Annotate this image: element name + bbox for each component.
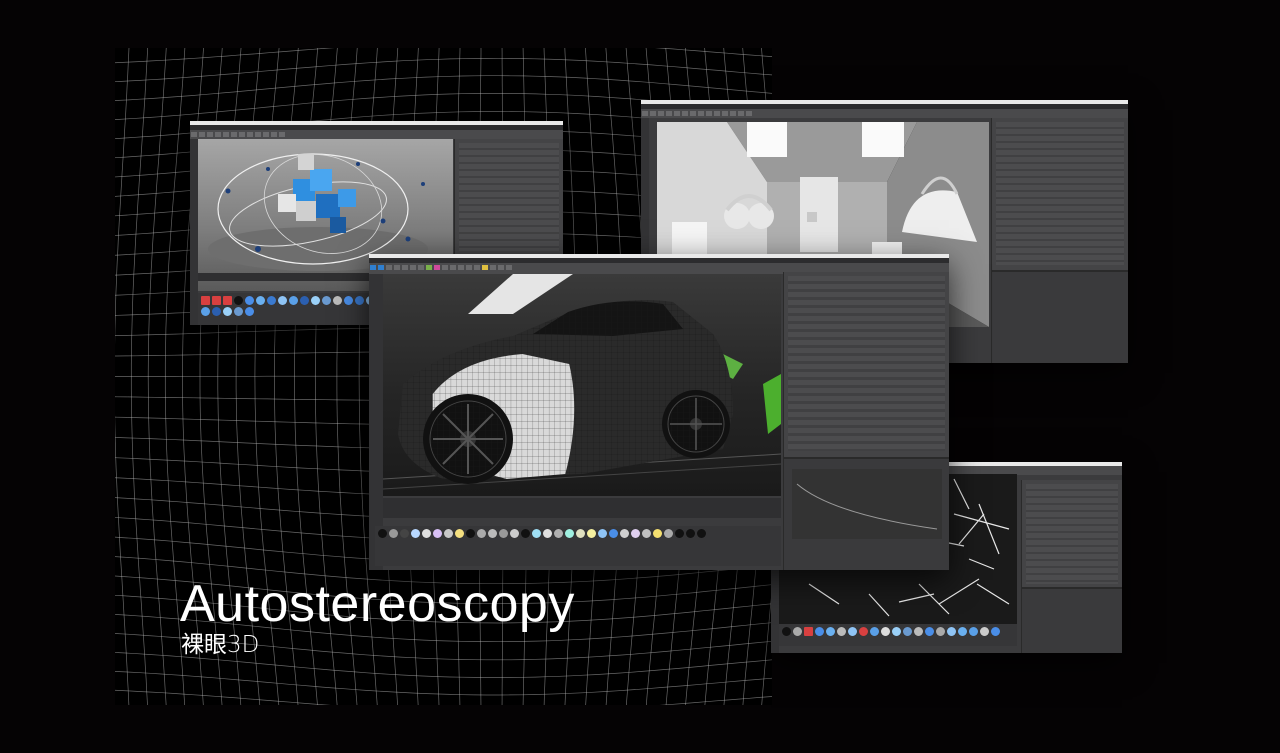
object-manager-panel[interactable] — [991, 118, 1128, 363]
material-manager[interactable] — [779, 624, 1017, 646]
object-manager-panel[interactable] — [783, 272, 949, 570]
front-wheel — [423, 394, 513, 484]
grid-line — [115, 689, 772, 705]
material-manager[interactable] — [375, 526, 781, 566]
rear-wheel — [662, 390, 730, 458]
grid-line — [115, 671, 772, 696]
fcurve-graph — [792, 468, 942, 539]
object-manager-panel[interactable] — [1021, 480, 1122, 653]
page-title: Autostereoscopy — [180, 575, 575, 633]
timeline-bar[interactable] — [383, 498, 781, 518]
grid-line — [115, 57, 772, 83]
3d-viewport[interactable] — [383, 274, 781, 496]
window-toolbar[interactable] — [641, 109, 1128, 118]
window-toolbar[interactable] — [190, 130, 563, 139]
tool-strip[interactable] — [190, 139, 198, 325]
grid-line — [115, 48, 772, 64]
page-subtitle: 裸眼3D — [181, 632, 260, 658]
blue-cube-cluster — [278, 154, 356, 233]
viewport-car-window[interactable] — [369, 254, 949, 570]
wireframe-car-scene — [383, 274, 781, 490]
grid-line — [115, 75, 772, 101]
